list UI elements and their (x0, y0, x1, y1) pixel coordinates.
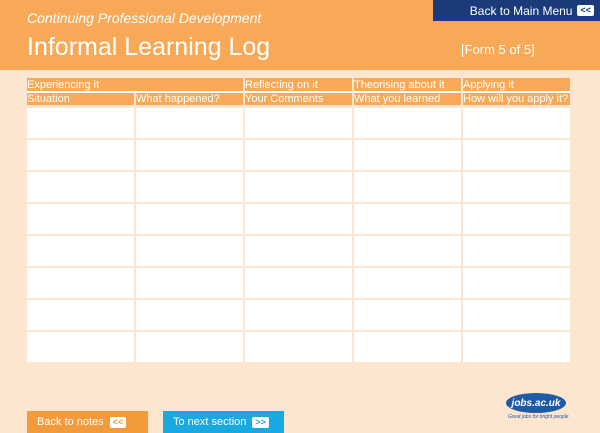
log-entry-cell[interactable] (463, 108, 570, 140)
column-header-what-happened: What happened? (136, 93, 243, 108)
log-entry-cell[interactable] (354, 204, 461, 236)
log-entry-cell[interactable] (245, 268, 352, 300)
to-next-section-label: To next section (173, 416, 247, 428)
column-header-row: Situation What happened? Your Comments W… (27, 93, 570, 108)
chevron-left-icon: << (577, 5, 594, 16)
log-entry-cell[interactable] (27, 300, 134, 332)
log-entry-cell[interactable] (27, 108, 134, 140)
page: Continuing Professional Development Info… (0, 0, 600, 433)
jobs-ac-uk-logo[interactable]: jobs.ac.uk Great jobs for bright people (506, 393, 569, 423)
back-to-main-menu-button[interactable]: Back to Main Menu << (433, 0, 600, 21)
log-entry-cell[interactable] (245, 172, 352, 204)
table-row (27, 300, 570, 332)
log-entry-cell[interactable] (27, 140, 134, 172)
log-entry-cell[interactable] (354, 140, 461, 172)
back-to-notes-label: Back to notes (37, 416, 104, 428)
log-entry-cell[interactable] (354, 172, 461, 204)
log-entry-cell[interactable] (245, 300, 352, 332)
table-row (27, 140, 570, 172)
log-entry-cell[interactable] (136, 172, 243, 204)
log-entry-cell[interactable] (354, 108, 461, 140)
chevron-right-icon: >> (252, 416, 269, 428)
page-subtitle: Continuing Professional Development (27, 10, 262, 26)
log-entry-cell[interactable] (354, 332, 461, 364)
form-number: [Form 5 of 5] (461, 42, 535, 57)
log-entry-cell[interactable] (463, 172, 570, 204)
group-header-experiencing: Experiencing it (27, 78, 243, 93)
group-header-theorising: Theorising about it (354, 78, 461, 93)
page-title: Informal Learning Log (27, 33, 271, 61)
log-entry-cell[interactable] (136, 140, 243, 172)
log-entry-cell[interactable] (136, 236, 243, 268)
log-entry-cell[interactable] (136, 204, 243, 236)
column-header-situation: Situation (27, 93, 134, 108)
log-entry-cell[interactable] (245, 236, 352, 268)
log-entry-cell[interactable] (463, 268, 570, 300)
to-next-section-button[interactable]: To next section >> (163, 411, 284, 433)
group-header-reflecting: Reflecting on it (245, 78, 352, 93)
log-entry-cell[interactable] (354, 268, 461, 300)
log-entry-cell[interactable] (27, 332, 134, 364)
table-row (27, 236, 570, 268)
log-entry-cell[interactable] (463, 236, 570, 268)
group-header-row: Experiencing it Reflecting on it Theoris… (27, 78, 570, 93)
log-entry-cell[interactable] (136, 300, 243, 332)
log-entry-cell[interactable] (27, 172, 134, 204)
log-body (27, 108, 570, 364)
table-row (27, 268, 570, 300)
log-entry-cell[interactable] (354, 236, 461, 268)
log-entry-cell[interactable] (136, 332, 243, 364)
log-entry-cell[interactable] (27, 204, 134, 236)
main-menu-label: Back to Main Menu (469, 3, 573, 18)
table-row (27, 172, 570, 204)
log-entry-cell[interactable] (245, 332, 352, 364)
table-row (27, 108, 570, 140)
log-entry-cell[interactable] (245, 108, 352, 140)
group-header-applying: Applying it (463, 78, 570, 93)
log-entry-cell[interactable] (136, 268, 243, 300)
table-row (27, 332, 570, 364)
table-row (27, 204, 570, 236)
log-entry-cell[interactable] (27, 268, 134, 300)
column-header-what-you-learned: What you learned (354, 93, 461, 108)
log-entry-cell[interactable] (463, 300, 570, 332)
log-entry-cell[interactable] (27, 236, 134, 268)
log-entry-cell[interactable] (463, 204, 570, 236)
learning-log-table: Experiencing it Reflecting on it Theoris… (25, 78, 572, 364)
log-entry-cell[interactable] (136, 108, 243, 140)
log-entry-cell[interactable] (245, 204, 352, 236)
column-header-how-apply: How will you apply it? (463, 93, 570, 108)
log-entry-cell[interactable] (245, 140, 352, 172)
logo-tagline: Great jobs for bright people (508, 414, 569, 420)
back-to-notes-button[interactable]: Back to notes << (27, 411, 148, 433)
column-header-your-comments: Your Comments (245, 93, 352, 108)
chevron-left-icon: << (109, 416, 127, 428)
logo-oval: jobs.ac.uk (506, 393, 566, 413)
log-entry-cell[interactable] (354, 300, 461, 332)
log-entry-cell[interactable] (463, 140, 570, 172)
log-entry-cell[interactable] (463, 332, 570, 364)
